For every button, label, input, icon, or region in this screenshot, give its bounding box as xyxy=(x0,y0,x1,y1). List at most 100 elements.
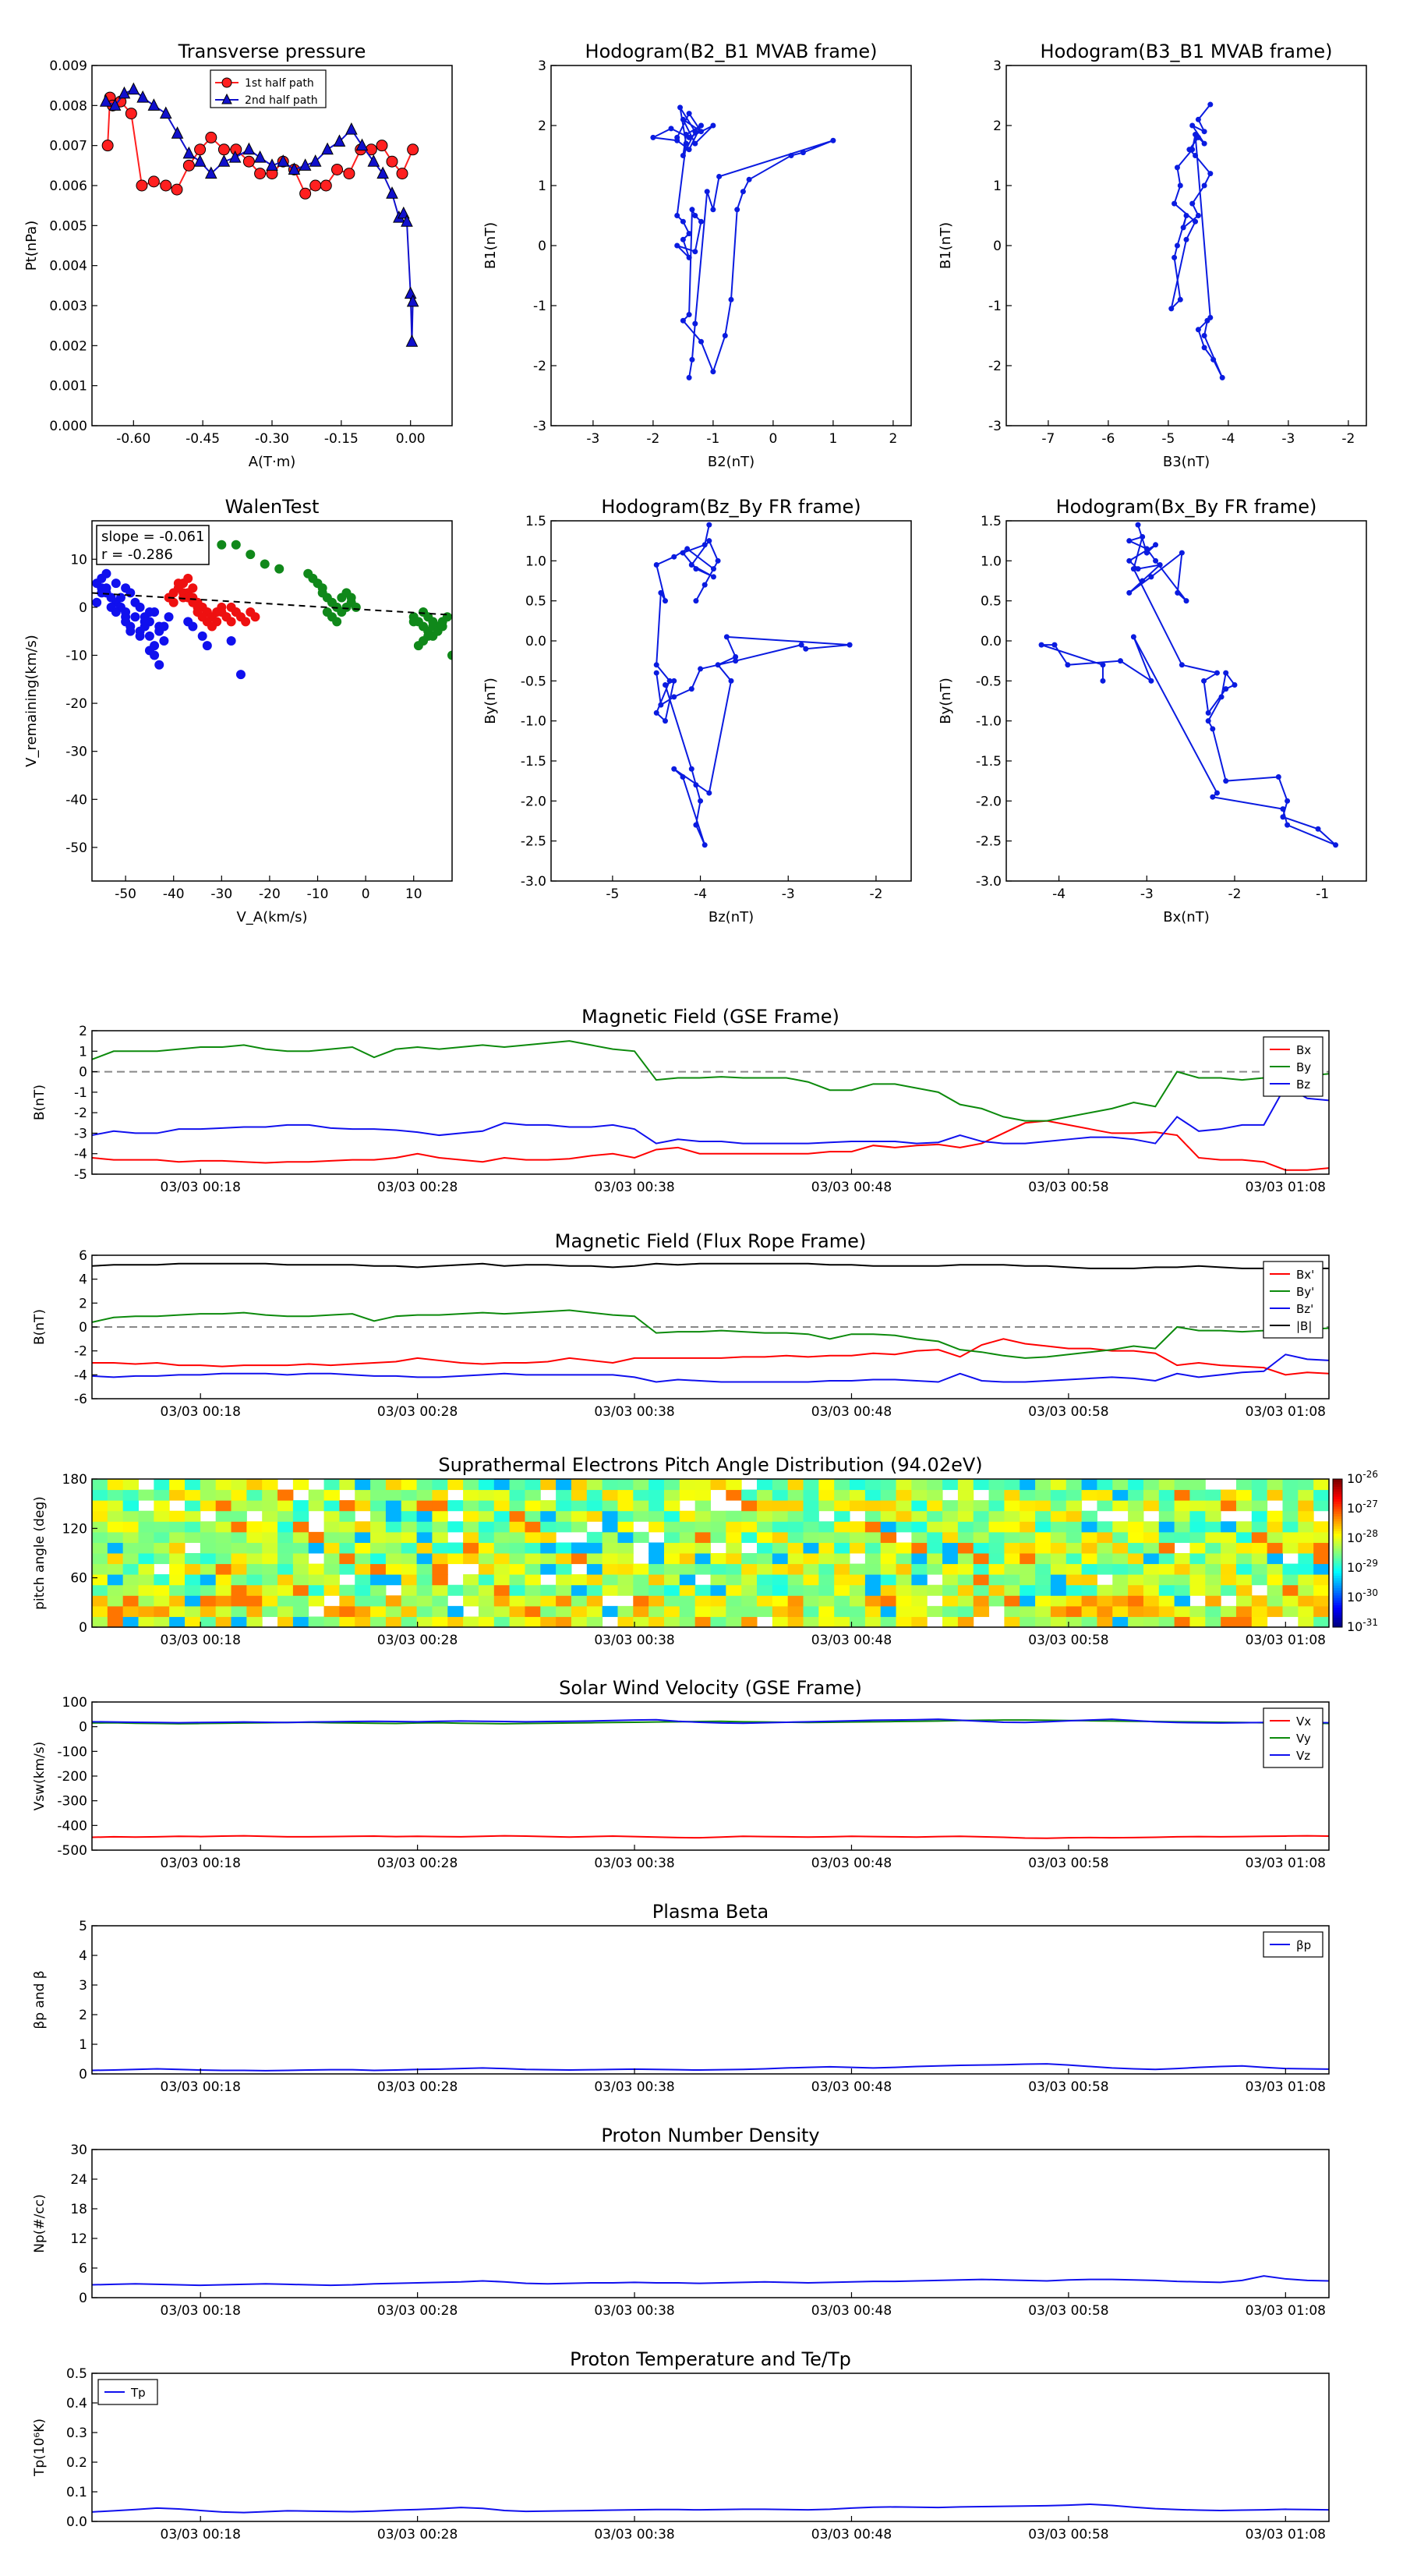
hodogram-point xyxy=(662,681,668,688)
heatmap-cell xyxy=(262,1479,278,1491)
y-tick-label: -1.0 xyxy=(521,714,546,730)
x-axis-label: Bx(nT) xyxy=(1163,909,1209,925)
heatmap-cell xyxy=(1298,1542,1314,1554)
heatmap-cell xyxy=(710,1510,726,1522)
heatmap-cell xyxy=(1066,1595,1083,1607)
data-point xyxy=(160,179,172,192)
hodogram-point xyxy=(698,129,704,135)
hodogram-point xyxy=(1153,557,1159,564)
heatmap-cell xyxy=(911,1553,928,1565)
heatmap-cell xyxy=(277,1553,294,1565)
heatmap-cell xyxy=(1282,1479,1299,1491)
legend-label: By xyxy=(1296,1060,1311,1074)
heatmap-cell xyxy=(246,1574,263,1586)
heatmap-cell xyxy=(710,1584,726,1596)
heatmap-cell xyxy=(339,1605,355,1617)
heatmap-cell xyxy=(1035,1521,1051,1533)
heatmap-cell xyxy=(787,1542,804,1554)
heatmap-cell xyxy=(1066,1489,1083,1501)
heatmap-cell xyxy=(787,1605,804,1617)
heatmap-cell xyxy=(586,1531,603,1543)
heatmap-cell xyxy=(1267,1605,1283,1617)
heatmap-cell xyxy=(509,1605,525,1617)
heatmap-cell xyxy=(416,1595,433,1607)
heatmap-cell xyxy=(447,1479,464,1491)
walen-point xyxy=(408,617,419,627)
heatmap-cell xyxy=(757,1500,773,1512)
heatmap-cell xyxy=(973,1563,990,1575)
heatmap-cell xyxy=(185,1531,201,1543)
hodogram-point xyxy=(1189,122,1196,129)
x-tick-label: 03/03 00:18 xyxy=(161,1633,241,1648)
heatmap-cell xyxy=(1097,1616,1113,1627)
hodogram-point xyxy=(1219,374,1225,380)
heatmap-cell xyxy=(478,1595,495,1607)
heatmap-cell xyxy=(663,1531,680,1543)
heatmap-cell xyxy=(1050,1521,1067,1533)
walen-point xyxy=(164,612,174,622)
data-point xyxy=(321,142,334,155)
y-axis-label: Tp(10⁶K) xyxy=(32,2419,48,2477)
heatmap-cell xyxy=(262,1521,278,1533)
walen-point xyxy=(423,631,433,641)
walen-point xyxy=(144,631,154,641)
y-tick-label: 0.3 xyxy=(66,2426,87,2441)
heatmap-cell xyxy=(927,1605,943,1617)
colorbar-step xyxy=(1333,1516,1342,1520)
heatmap-cell xyxy=(571,1500,588,1512)
heatmap-cell xyxy=(107,1563,124,1575)
heatmap-cell xyxy=(1221,1605,1237,1617)
colorbar-step xyxy=(1333,1605,1342,1608)
heatmap-cell xyxy=(200,1531,217,1543)
plot-frame xyxy=(1005,65,1367,426)
x-tick-label: 03/03 00:58 xyxy=(1028,2527,1108,2542)
heatmap-cell xyxy=(850,1563,866,1575)
heatmap-cell xyxy=(355,1489,371,1501)
heatmap-cell xyxy=(385,1553,402,1565)
y-tick-label: 0 xyxy=(79,1065,87,1081)
series-line xyxy=(92,1338,1329,1376)
heatmap-cell xyxy=(231,1542,247,1554)
heatmap-cell xyxy=(122,1563,140,1575)
heatmap-cell xyxy=(602,1521,618,1533)
heatmap-cell xyxy=(787,1489,804,1501)
hodogram-point xyxy=(710,566,716,572)
heatmap-cell xyxy=(1267,1531,1283,1543)
x-axis-label: B2(nT) xyxy=(708,454,755,470)
heatmap-cell xyxy=(556,1605,572,1617)
heatmap-cell xyxy=(957,1500,974,1512)
legend: VxVyVz xyxy=(1263,1707,1323,1768)
y-tick-label: 1.5 xyxy=(525,514,546,529)
heatmap-cell xyxy=(169,1616,186,1627)
heatmap-cell xyxy=(1004,1542,1020,1554)
heatmap-cell xyxy=(726,1605,742,1617)
hodogram-point xyxy=(710,369,716,375)
heatmap-cell xyxy=(834,1510,850,1522)
heatmap-cell xyxy=(803,1563,819,1575)
heatmap-cell xyxy=(478,1584,495,1596)
heatmap-cell xyxy=(200,1595,217,1607)
panel-title: Hodogram(Bz_By FR frame) xyxy=(601,496,861,518)
heatmap-cell xyxy=(694,1521,711,1533)
heatmap-cell xyxy=(308,1563,325,1575)
heatmap-cell xyxy=(463,1584,479,1596)
heatmap-cell xyxy=(478,1553,495,1565)
heatmap-cell xyxy=(818,1616,835,1627)
x-tick-label: -1 xyxy=(1316,886,1329,902)
hodogram-point xyxy=(800,150,806,156)
y-tick-label: -4 xyxy=(74,1147,87,1162)
heatmap-cell xyxy=(586,1563,603,1575)
heatmap-cell xyxy=(772,1605,789,1617)
plot-frame xyxy=(550,65,912,426)
y-tick-label: 0 xyxy=(79,2067,87,2082)
heatmap-cell xyxy=(308,1616,325,1627)
heatmap-cell xyxy=(401,1542,418,1554)
heatmap-cell xyxy=(1298,1521,1314,1533)
heatmap-cell xyxy=(880,1605,897,1617)
heatmap-cell xyxy=(911,1563,928,1575)
heatmap-cell xyxy=(1205,1531,1221,1543)
heatmap-cell xyxy=(107,1542,124,1554)
heatmap-cell xyxy=(973,1574,990,1586)
heatmap-cell xyxy=(710,1479,726,1491)
heatmap-cell xyxy=(694,1616,711,1627)
